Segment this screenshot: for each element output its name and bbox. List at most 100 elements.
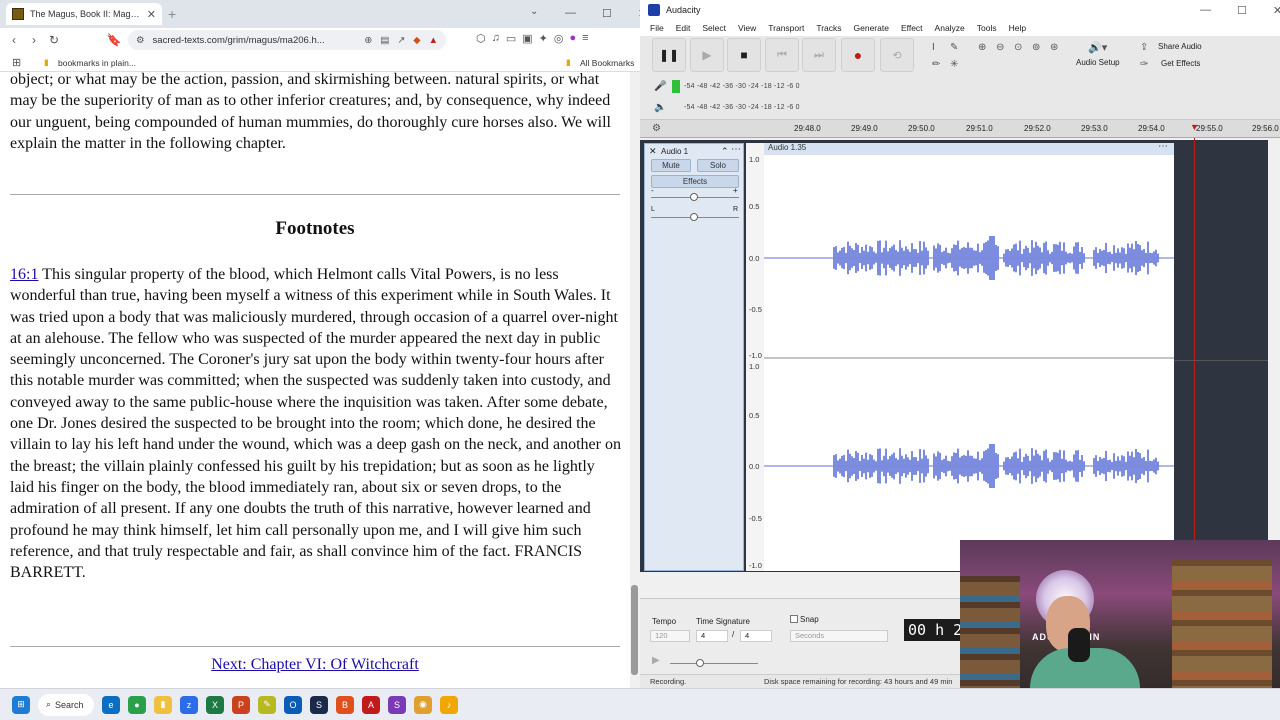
file-explorer-icon[interactable]: ▮ [154, 695, 172, 714]
tempo-input[interactable]: 120 [650, 630, 690, 642]
envelope-tool-icon[interactable]: ✎ [950, 42, 958, 53]
menu-select[interactable]: Select [696, 23, 732, 33]
sidebar-icon[interactable]: ▭ [506, 32, 516, 45]
outlook-icon[interactable]: O [284, 695, 302, 714]
minimize-icon[interactable]: — [1200, 4, 1211, 17]
record-meter-icon[interactable]: 🎤 [654, 81, 666, 92]
zoom-app-icon[interactable]: z [180, 695, 198, 714]
menu-tools[interactable]: Tools [971, 23, 1003, 33]
empty-track-region[interactable] [1174, 143, 1268, 571]
multi-tool-icon[interactable]: ✳ [950, 59, 958, 70]
selection-tool-icon[interactable]: I [932, 42, 935, 53]
zoom-out-icon[interactable]: ⊖ [996, 42, 1004, 53]
solo-button[interactable]: Solo [697, 159, 739, 172]
site-info-icon[interactable]: ⚙ [136, 35, 145, 46]
menu-analyze[interactable]: Analyze [929, 23, 971, 33]
browser-tab[interactable]: The Magus, Book II: Magnetism ✕ [6, 3, 162, 25]
next-chapter-link[interactable]: Next: Chapter VI: Of Witchcraft [211, 656, 419, 673]
pen-app-icon[interactable]: ✎ [258, 695, 276, 714]
reload-icon[interactable]: ↻ [44, 33, 64, 47]
skip-start-button[interactable]: ⏮ [765, 38, 799, 72]
track-name[interactable]: Audio 1 [661, 147, 688, 156]
bookmark-folder[interactable]: bookmarks in plain... [58, 58, 136, 68]
apps-icon[interactable]: ⊞ [12, 56, 21, 69]
playback-speed-handle[interactable] [696, 659, 704, 667]
get-effects-button[interactable]: Get Effects [1161, 59, 1200, 68]
playback-speed-slider[interactable] [670, 663, 758, 664]
play-at-speed-icon[interactable]: ▶ [652, 655, 660, 666]
menu-effect[interactable]: Effect [895, 23, 929, 33]
maximize-icon[interactable]: ☐ [1237, 4, 1247, 17]
footnote-ref-link[interactable]: 16:1 [10, 266, 38, 283]
clip-header[interactable]: Audio 1.35 ⋯ [764, 141, 1174, 155]
vpn-icon[interactable]: ◎ [554, 32, 564, 45]
playback-meter-scale[interactable]: -54 -48 -42 -36 -30 -24 -18 -12 -6 0 [684, 104, 800, 111]
gain-slider-handle[interactable] [690, 193, 698, 201]
close-tab-icon[interactable]: ✕ [147, 8, 156, 21]
app-icon[interactable]: ● [128, 695, 146, 714]
profile-icon[interactable]: ● [570, 32, 577, 45]
zoom-icon[interactable]: ⊕ [364, 35, 372, 46]
time-display[interactable]: 00 h 2 [904, 619, 964, 641]
menu-view[interactable]: View [732, 23, 762, 33]
new-tab-icon[interactable]: + [168, 6, 176, 22]
scrollbar-thumb[interactable] [631, 585, 638, 675]
audacity-taskbar-icon[interactable]: ♪ [440, 695, 458, 714]
draw-tool-icon[interactable]: ✏ [932, 59, 940, 70]
leo-icon[interactable]: ✦ [539, 32, 548, 45]
get-effects-icon[interactable]: ✑ [1140, 59, 1148, 70]
track-menu-icon[interactable]: ⋯ [731, 144, 741, 155]
skip-end-button[interactable]: ⏭ [802, 38, 836, 72]
edge-icon[interactable]: e [102, 695, 120, 714]
bookmark-icon[interactable]: 🔖 [104, 33, 124, 47]
menu-file[interactable]: File [644, 23, 670, 33]
chrome-icon[interactable]: ◉ [414, 695, 432, 714]
playback-meter-icon[interactable]: 🔈 [654, 102, 666, 113]
timeline-ruler[interactable]: ⚙ 29:48.0 29:49.0 29:50.0 29:51.0 29:52.… [640, 120, 1280, 138]
menu-edit[interactable]: Edit [670, 23, 697, 33]
back-icon[interactable]: ‹ [4, 33, 24, 47]
wallet-icon[interactable]: ▣ [522, 32, 532, 45]
play-button[interactable]: ▶ [690, 38, 724, 72]
loop-button[interactable]: ⟲ [880, 38, 914, 72]
snap-checkbox[interactable] [790, 615, 798, 623]
powerpoint-icon[interactable]: P [232, 695, 250, 714]
menu-generate[interactable]: Generate [848, 23, 895, 33]
share-audio-icon[interactable]: ⇪ [1140, 42, 1148, 53]
rewards-icon[interactable]: ▲ [429, 35, 438, 46]
pause-button[interactable]: ❚❚ [652, 38, 686, 72]
snap-unit-select[interactable]: Seconds [790, 630, 888, 642]
collapse-track-icon[interactable]: ⌃ [721, 146, 729, 157]
extension-icon[interactable]: ⬡ [476, 32, 486, 45]
menu-tracks[interactable]: Tracks [810, 23, 847, 33]
zoom-in-icon[interactable]: ⊕ [978, 42, 986, 53]
excel-icon[interactable]: X [206, 695, 224, 714]
acrobat-icon[interactable]: A [362, 695, 380, 714]
minimize-icon[interactable]: — [565, 7, 576, 20]
share-icon[interactable]: ↗ [397, 35, 405, 46]
skype-icon[interactable]: S [388, 695, 406, 714]
taskbar-search[interactable]: ⌕ Search [38, 693, 94, 716]
menu-transport[interactable]: Transport [762, 23, 810, 33]
effects-button[interactable]: Effects [651, 175, 739, 188]
fit-project-icon[interactable]: ⊚ [1032, 42, 1040, 53]
steam-icon[interactable]: S [310, 695, 328, 714]
playhead-marker-icon[interactable]: ▼ [1190, 122, 1199, 132]
menu-help[interactable]: Help [1003, 23, 1032, 33]
audio-setup-label[interactable]: Audio Setup [1076, 58, 1120, 67]
zoom-toggle-icon[interactable]: ⊛ [1050, 42, 1058, 53]
timeline-options-icon[interactable]: ⚙ [652, 123, 661, 134]
media-icon[interactable]: ♫ [492, 32, 500, 45]
stop-button[interactable]: ■ [727, 38, 761, 72]
reader-icon[interactable]: ▤ [380, 35, 389, 46]
all-bookmarks[interactable]: All Bookmarks [580, 58, 634, 68]
maximize-icon[interactable]: ☐ [602, 7, 612, 20]
tab-search-chevron-icon[interactable]: ⌄ [530, 6, 538, 17]
brave-icon[interactable]: B [336, 695, 354, 714]
waveform-clip[interactable] [764, 143, 1174, 571]
audio-setup-icon[interactable]: 🔊▾ [1088, 41, 1107, 54]
record-meter-scale[interactable]: -54 -48 -42 -36 -30 -24 -18 -12 -6 0 [684, 83, 800, 90]
time-sig-denominator[interactable]: 4 [740, 630, 772, 642]
pan-slider-handle[interactable] [690, 213, 698, 221]
fit-selection-icon[interactable]: ⊙ [1014, 42, 1022, 53]
